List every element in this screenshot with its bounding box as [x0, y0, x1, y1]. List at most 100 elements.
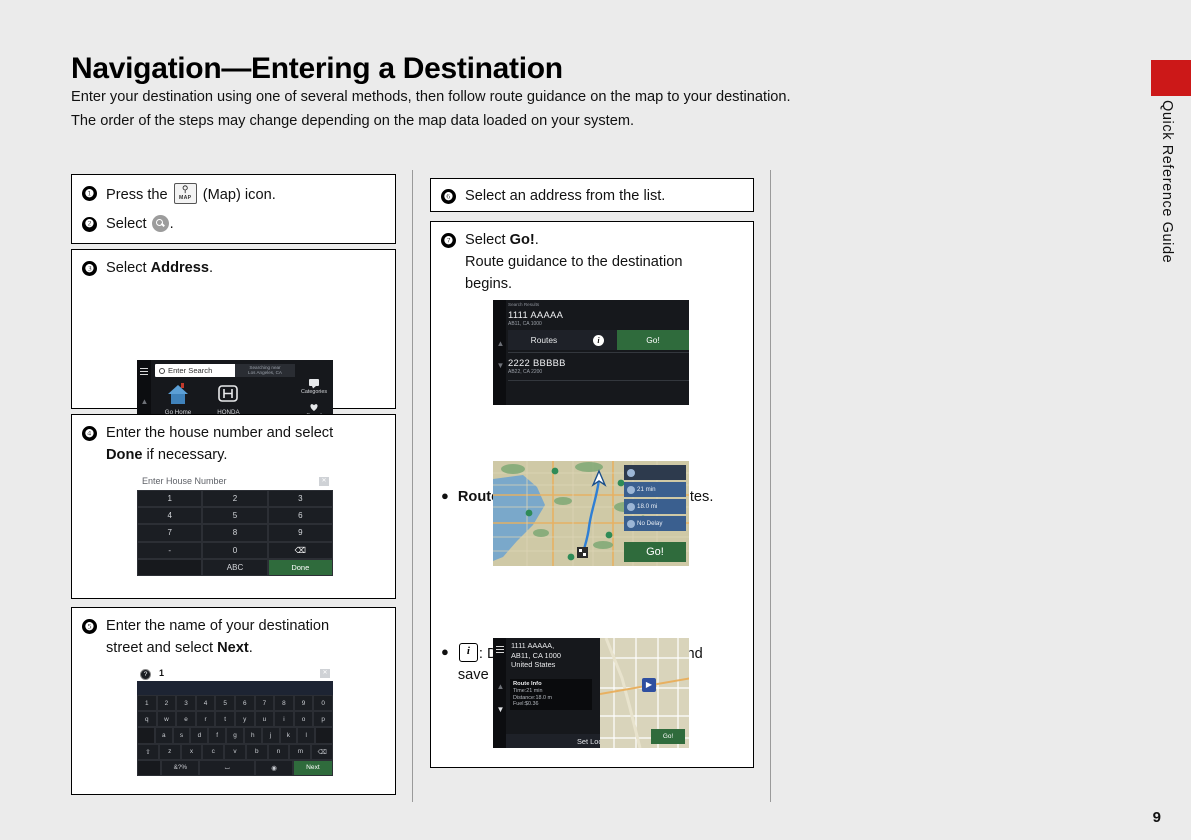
step-7-text: Select Go!. Route guidance to the destina…	[465, 230, 682, 296]
key-8[interactable]: 8	[274, 695, 294, 712]
route-info-block: Route Info Time:21 min Distance:18.0 m F…	[510, 679, 592, 710]
route-panel-row-time[interactable]: 21 min	[624, 482, 686, 497]
step-number-3: ❸	[82, 261, 97, 276]
arrow-icon	[627, 468, 635, 477]
key-7[interactable]: 7	[137, 524, 203, 542]
key-k[interactable]: k	[279, 727, 298, 744]
keypad-row: 7 8 9	[137, 524, 333, 542]
key-9[interactable]: 9	[293, 695, 314, 712]
key-b[interactable]: b	[245, 743, 268, 760]
question-mark-icon[interactable]: ?	[140, 668, 151, 680]
destination-mini-map[interactable]: ▶ Go!	[600, 638, 689, 748]
routes-button[interactable]: Routes	[508, 330, 580, 350]
keyboard-row-1: q w e r t y u i o p	[137, 711, 333, 728]
up-arrow-icon[interactable]: ▲	[497, 683, 505, 691]
route-panel-row-distance[interactable]: 18.0 mi	[624, 499, 686, 514]
key-h[interactable]: h	[243, 727, 262, 744]
keypad-row: 4 5 6	[137, 507, 333, 525]
space-key[interactable]: ⌴	[199, 759, 256, 776]
down-arrow-icon[interactable]: ▼	[497, 706, 505, 714]
house-number-input[interactable]: Enter House Number	[137, 473, 333, 490]
info-button[interactable]: i	[579, 330, 618, 350]
key-9[interactable]: 9	[267, 524, 333, 542]
key-z[interactable]: z	[158, 743, 181, 760]
results-divider-2	[508, 380, 689, 381]
key-6[interactable]: 6	[267, 507, 333, 525]
clear-x-icon[interactable]: ✕	[319, 477, 329, 486]
key-5[interactable]: 5	[202, 507, 268, 525]
map-background[interactable]: 21 min 18.0 mi No Delay Go!	[493, 461, 689, 566]
go-button[interactable]: Go!	[624, 542, 686, 562]
house-number-keypad-screenshot: Enter House Number ✕ 1 2 3 4 5 6 7 8 9 -…	[137, 473, 333, 576]
key-0[interactable]: 0	[313, 695, 333, 712]
key-w[interactable]: w	[156, 711, 177, 728]
key-l[interactable]: l	[297, 727, 316, 744]
key-p[interactable]: p	[313, 711, 333, 728]
key-x[interactable]: x	[180, 743, 203, 760]
key-j[interactable]: j	[261, 727, 280, 744]
route-map-screenshot: 21 min 18.0 mi No Delay Go!	[493, 461, 689, 566]
key-u[interactable]: u	[254, 711, 275, 728]
key-r[interactable]: r	[195, 711, 216, 728]
key-o[interactable]: o	[293, 711, 314, 728]
result-2-title[interactable]: 2222 BBBBB	[508, 357, 566, 368]
up-arrow-icon[interactable]: ▲	[497, 340, 505, 348]
backspace-icon[interactable]: ⌫	[267, 541, 333, 559]
done-button[interactable]: Done	[267, 558, 333, 576]
key-d[interactable]: d	[190, 727, 209, 744]
key-g[interactable]: g	[226, 727, 244, 744]
key-4[interactable]: 4	[137, 507, 203, 525]
key-7[interactable]: 7	[254, 695, 275, 712]
searching-near[interactable]: Searching near Los Angeles, CA	[235, 364, 295, 377]
key-n[interactable]: n	[267, 743, 290, 760]
key-3[interactable]: 3	[176, 695, 196, 712]
menu-icon[interactable]	[140, 368, 148, 375]
key-t[interactable]: t	[215, 711, 235, 728]
key-1[interactable]: 1	[137, 490, 203, 508]
key-c[interactable]: c	[202, 743, 225, 760]
next-button[interactable]: Next	[292, 759, 333, 776]
key-6[interactable]: 6	[234, 695, 255, 712]
key-1[interactable]: 1	[137, 695, 157, 712]
key-e[interactable]: e	[176, 711, 196, 728]
key-3[interactable]: 3	[267, 490, 333, 508]
shift-icon[interactable]: ⇧	[137, 743, 159, 760]
go-button[interactable]: Go!	[617, 330, 689, 350]
destination-info-panel: 1111 AAAAA, AB11, CA 1000 United States …	[506, 638, 600, 748]
menu-icon[interactable]	[496, 646, 504, 653]
key-i[interactable]: i	[274, 711, 294, 728]
key-8[interactable]: 8	[202, 524, 268, 542]
result-1-title[interactable]: 1111 AAAAA	[508, 309, 563, 320]
go-button[interactable]: Go!	[651, 729, 685, 744]
route-panel-row-arrow[interactable]	[624, 465, 686, 480]
clear-x-icon[interactable]: ✕	[320, 669, 330, 678]
address-line-3: United States	[511, 660, 556, 670]
key-f[interactable]: f	[208, 727, 227, 744]
up-arrow-icon[interactable]: ▲	[141, 398, 149, 406]
key-4[interactable]: 4	[195, 695, 216, 712]
nav-tile-go-home[interactable]: Go Home	[155, 380, 201, 416]
language-globe-icon[interactable]: ◉	[255, 759, 293, 776]
backspace-icon[interactable]: ⌫	[311, 743, 333, 760]
key-q[interactable]: q	[137, 711, 157, 728]
down-arrow-icon[interactable]: ▼	[497, 362, 505, 370]
abc-button[interactable]: ABC	[202, 558, 268, 576]
key-v[interactable]: v	[224, 743, 246, 760]
key-s[interactable]: s	[172, 727, 191, 744]
clock-icon	[627, 485, 635, 494]
route-panel-row-traffic[interactable]: No Delay	[624, 516, 686, 531]
key-5[interactable]: 5	[215, 695, 235, 712]
key-y[interactable]: y	[234, 711, 255, 728]
step-5-bold: Next	[217, 639, 249, 656]
key-0[interactable]: 0	[202, 541, 268, 559]
key-2[interactable]: 2	[202, 490, 268, 508]
street-name-input[interactable]: 1	[137, 666, 333, 681]
keyboard-number-row: 1 2 3 4 5 6 7 8 9 0	[137, 695, 333, 712]
key-a[interactable]: a	[154, 727, 173, 744]
key-2[interactable]: 2	[156, 695, 177, 712]
nav-tile-honda[interactable]: HONDA	[205, 380, 251, 416]
key-m[interactable]: m	[289, 743, 312, 760]
symbols-button[interactable]: &?%	[161, 759, 200, 776]
key-dash[interactable]: -	[137, 541, 203, 559]
side-item-categories[interactable]: Categories	[295, 378, 333, 395]
